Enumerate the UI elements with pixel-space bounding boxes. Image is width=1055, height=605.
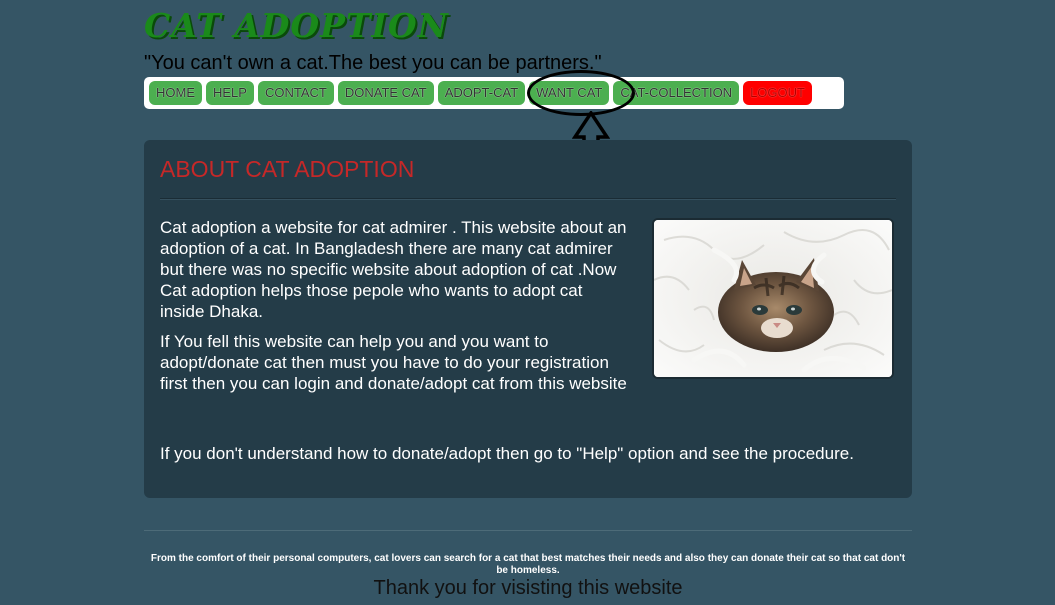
footer-divider [144,530,912,531]
tagline: "You can't own a cat.The best you can be… [144,52,602,74]
about-paragraph-2: If You fell this website can help you an… [160,332,627,393]
nav-home-button[interactable]: HOME [149,81,202,105]
main-navbar: HOME HELP CONTACT DONATE CAT ADOPT-CAT W… [144,77,844,109]
footer-description: From the comfort of their personal compu… [150,553,906,576]
footer-thanks: Thank you for visisting this website [373,577,683,599]
nav-adopt-cat-button[interactable]: ADOPT-CAT [437,81,526,105]
about-heading: ABOUT CAT ADOPTION [160,156,415,182]
site-title: CAT ADOPTION [144,6,449,45]
about-paragraph-1: Cat adoption a website for cat admirer .… [160,218,627,321]
heading-divider [160,198,896,200]
nav-donate-cat-button[interactable]: DONATE CAT [337,81,434,105]
about-text: Cat adoption a website for cat admirer .… [160,217,630,403]
nav-help-button[interactable]: HELP [206,81,254,105]
nav-cat-collection-button[interactable]: CAT-COLLECTION [613,81,740,105]
nav-logout-button[interactable]: LOGOUT [743,81,812,105]
nav-want-cat-button[interactable]: WANT CAT [529,81,610,105]
kitten-photo [652,218,894,379]
about-panel: ABOUT CAT ADOPTION Cat adoption a websit… [144,140,912,498]
nav-contact-button[interactable]: CONTACT [257,81,334,105]
help-note: If you don't understand how to donate/ad… [160,444,854,463]
